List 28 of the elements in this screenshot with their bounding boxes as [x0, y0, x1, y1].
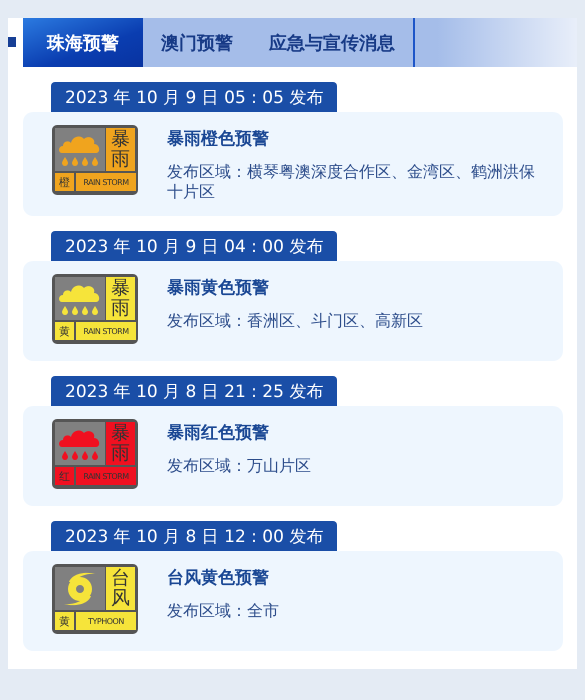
warning-area: 发布区域：全市 [167, 601, 279, 621]
badge-title: 暴雨 [106, 277, 135, 320]
tab[interactable]: 应急与宣传消息 [251, 18, 415, 67]
publish-time: 2023 年 10 月 8 日 21 : 25 发布 [51, 376, 338, 406]
publish-time: 2023 年 10 月 8 日 12 : 00 发布 [51, 521, 338, 551]
badge-title: 台风 [106, 567, 135, 610]
badge-label: RAIN STORM [76, 173, 136, 191]
section-marker [8, 37, 16, 47]
tab[interactable]: 珠海预警 [23, 18, 143, 67]
badge-label: RAIN STORM [76, 467, 136, 485]
warning-title: 暴雨红色预警 [167, 422, 270, 444]
warning-area: 发布区域：横琴粤澳深度合作区、金湾区、鹤洲洪保十片区 [167, 162, 543, 202]
warning-area: 发布区域：香洲区、斗门区、高新区 [167, 311, 423, 331]
badge-level: 红 [55, 467, 74, 485]
badge-label: RAIN STORM [76, 322, 136, 340]
badge-label: TYPHOON [76, 612, 136, 630]
badge-level: 橙 [55, 173, 74, 191]
tab[interactable]: 澳门预警 [143, 18, 251, 67]
publish-time: 2023 年 10 月 9 日 04 : 00 发布 [51, 231, 338, 261]
warning-area: 发布区域：万山片区 [167, 456, 311, 476]
warning-title: 暴雨橙色预警 [167, 128, 270, 150]
badge-level: 黄 [55, 612, 74, 630]
badge-level: 黄 [55, 322, 74, 340]
badge-title: 暴雨 [106, 128, 135, 171]
publish-time: 2023 年 10 月 9 日 05 : 05 发布 [51, 82, 338, 112]
badge-title: 暴雨 [106, 422, 135, 465]
warning-title: 台风黄色预警 [167, 567, 270, 589]
warning-title: 暴雨黄色预警 [167, 277, 270, 299]
